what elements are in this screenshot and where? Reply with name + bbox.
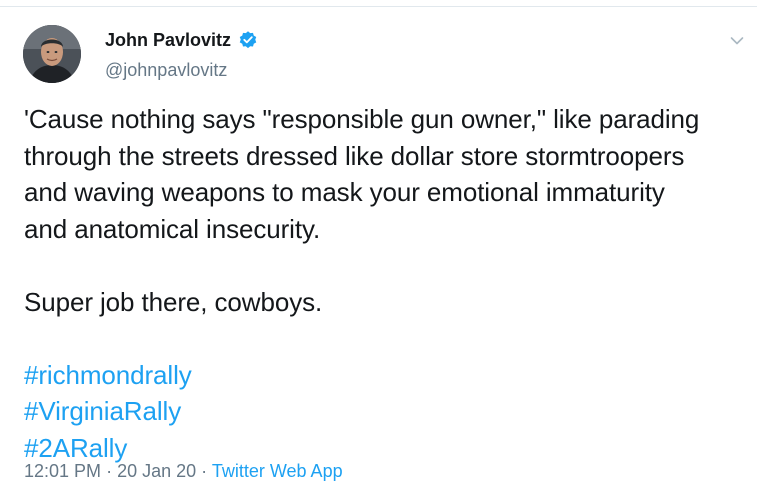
top-divider bbox=[0, 0, 757, 7]
tweet-line: Super job there, cowboys. bbox=[24, 286, 323, 317]
author-handle[interactable]: @johnpavlovitz bbox=[105, 58, 227, 82]
verified-badge-icon bbox=[239, 31, 257, 49]
tweet-line: through the streets dressed like dollar … bbox=[24, 140, 685, 171]
tweet-text: 'Cause nothing says "responsible gun own… bbox=[24, 101, 752, 466]
meta-separator: · bbox=[201, 461, 208, 481]
tweet-line: and waving weapons to mask your emotiona… bbox=[24, 177, 665, 207]
tweet-line: and anatomical insecurity. bbox=[24, 213, 321, 244]
avatar[interactable] bbox=[23, 25, 81, 83]
tweet-source-link[interactable]: Twitter Web App bbox=[212, 461, 343, 481]
hashtag-link[interactable]: #richmondrally bbox=[24, 357, 752, 394]
author-display-name[interactable]: John Pavlovitz bbox=[105, 28, 231, 52]
tweet-line: 'Cause nothing says "responsible gun own… bbox=[24, 104, 700, 134]
tweet-time[interactable]: 12:01 PM bbox=[24, 461, 101, 481]
meta-separator: · bbox=[106, 461, 113, 481]
tweet-date[interactable]: 20 Jan 20 bbox=[117, 461, 196, 481]
hashtag-link[interactable]: #VirginiaRally bbox=[24, 393, 752, 430]
avatar-photo-icon bbox=[23, 25, 81, 83]
chevron-down-icon[interactable] bbox=[730, 36, 744, 46]
tweet-metadata: 12:01 PM · 20 Jan 20 · Twitter Web App bbox=[24, 459, 343, 483]
